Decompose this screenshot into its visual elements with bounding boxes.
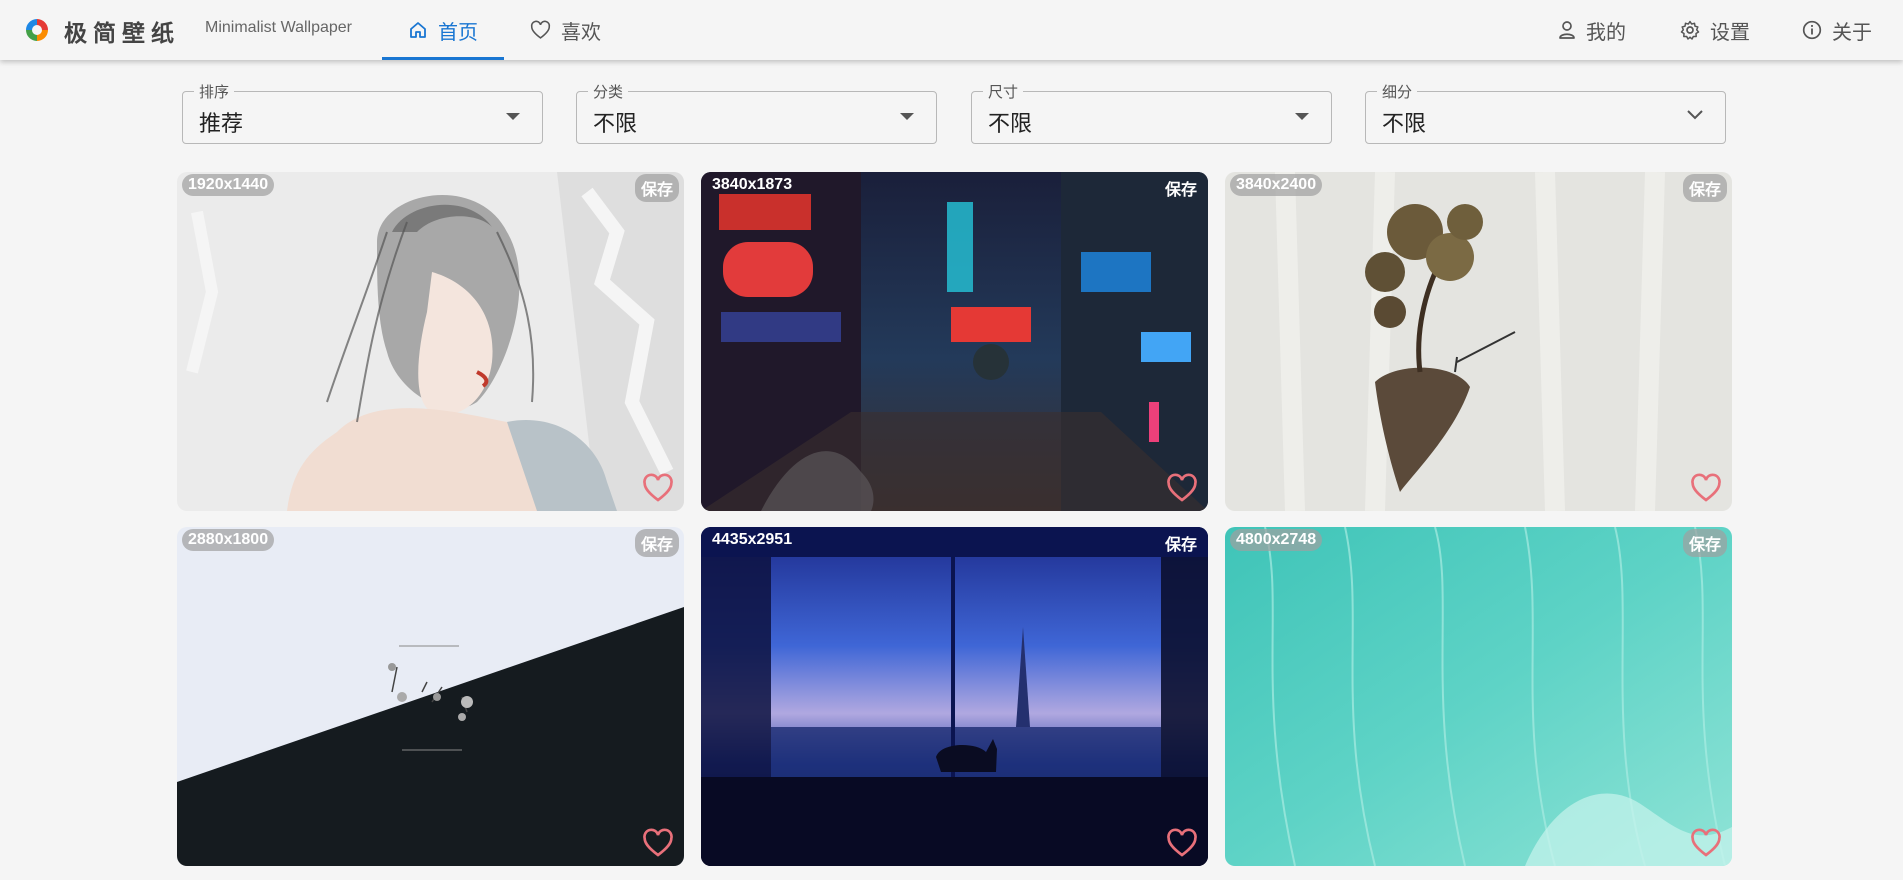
save-button[interactable]: 保存 bbox=[634, 529, 679, 557]
resolution-badge: 2880x1800 bbox=[182, 529, 275, 551]
nav-settings[interactable]: 设置 bbox=[1680, 0, 1750, 60]
wallpaper-thumbnail bbox=[177, 172, 684, 511]
person-icon bbox=[1559, 21, 1575, 39]
nav-mine[interactable]: 我的 bbox=[1558, 0, 1626, 60]
sort-select-label: 排序 bbox=[194, 81, 235, 102]
subcategory-select-label: 细分 bbox=[1377, 81, 1418, 102]
category-select-label: 分类 bbox=[588, 81, 629, 102]
heart-outline-icon bbox=[530, 20, 551, 39]
resolution-badge: 1920x1440 bbox=[182, 174, 275, 196]
subcategory-select[interactable]: 细分 不限 bbox=[1365, 81, 1726, 144]
wallpaper-thumbnail bbox=[701, 172, 1208, 511]
app-title: 极简壁纸 bbox=[64, 20, 180, 46]
nav-mine-label: 我的 bbox=[1586, 21, 1626, 44]
info-icon bbox=[1802, 20, 1822, 40]
resolution-badge: 3840x1873 bbox=[712, 176, 793, 193]
heart-icon[interactable] bbox=[1690, 828, 1722, 858]
tab-home-label: 首页 bbox=[438, 21, 478, 44]
resolution-badge: 3840x2400 bbox=[1230, 174, 1323, 196]
gear-icon bbox=[1680, 20, 1700, 40]
size-select-value: 不限 bbox=[988, 111, 1033, 136]
save-button[interactable]: 保存 bbox=[634, 174, 679, 202]
nav-about-label: 关于 bbox=[1832, 21, 1872, 44]
wallpaper-card[interactable]: 4435x2951 保存 bbox=[701, 527, 1208, 866]
size-select[interactable]: 尺寸 不限 bbox=[971, 81, 1332, 144]
tab-favorites-label: 喜欢 bbox=[561, 21, 601, 44]
wallpaper-thumbnail bbox=[177, 527, 684, 866]
heart-icon[interactable] bbox=[1166, 828, 1198, 858]
subcategory-select-value: 不限 bbox=[1382, 111, 1427, 136]
category-select[interactable]: 分类 不限 bbox=[576, 81, 937, 144]
caret-down-icon bbox=[506, 113, 520, 120]
heart-icon[interactable] bbox=[1166, 473, 1198, 503]
resolution-badge: 4435x2951 bbox=[712, 531, 793, 548]
tab-home[interactable]: 首页 bbox=[382, 0, 504, 60]
wallpaper-card[interactable]: 2880x1800 保存 bbox=[177, 527, 684, 866]
wallpaper-thumbnail bbox=[1225, 527, 1732, 866]
top-app-bar: 极简壁纸 Minimalist Wallpaper 首页 喜欢 我的 设置 关于 bbox=[0, 0, 1903, 60]
home-icon bbox=[410, 22, 426, 38]
save-button[interactable]: 保存 bbox=[1682, 529, 1727, 557]
heart-icon[interactable] bbox=[1690, 473, 1722, 503]
save-button[interactable]: 保存 bbox=[1682, 174, 1727, 202]
nav-about[interactable]: 关于 bbox=[1802, 0, 1872, 60]
wallpaper-card[interactable]: 4800x2748 保存 bbox=[1225, 527, 1732, 866]
app-logo-icon bbox=[26, 19, 48, 41]
category-select-value: 不限 bbox=[593, 111, 638, 136]
size-select-label: 尺寸 bbox=[983, 81, 1024, 102]
wallpaper-card[interactable]: 1920x1440 保存 bbox=[177, 172, 684, 511]
save-button[interactable]: 保存 bbox=[1159, 174, 1203, 202]
wallpaper-card[interactable]: 3840x2400 保存 bbox=[1225, 172, 1732, 511]
resolution-badge: 4800x2748 bbox=[1230, 529, 1323, 551]
heart-icon[interactable] bbox=[642, 828, 674, 858]
wallpaper-card[interactable]: 3840x1873 保存 bbox=[701, 172, 1208, 511]
chevron-down-icon bbox=[1687, 110, 1703, 120]
save-button[interactable]: 保存 bbox=[1159, 529, 1203, 557]
app-subtitle: Minimalist Wallpaper bbox=[205, 19, 352, 36]
nav-settings-label: 设置 bbox=[1710, 21, 1750, 44]
tab-favorites[interactable]: 喜欢 bbox=[530, 0, 601, 60]
wallpaper-thumbnail bbox=[701, 527, 1208, 866]
sort-select-value: 推荐 bbox=[199, 111, 244, 136]
heart-icon[interactable] bbox=[642, 473, 674, 503]
sort-select[interactable]: 排序 推荐 bbox=[182, 81, 543, 144]
caret-down-icon bbox=[900, 113, 914, 120]
wallpaper-thumbnail bbox=[1225, 172, 1732, 511]
caret-down-icon bbox=[1295, 113, 1309, 120]
